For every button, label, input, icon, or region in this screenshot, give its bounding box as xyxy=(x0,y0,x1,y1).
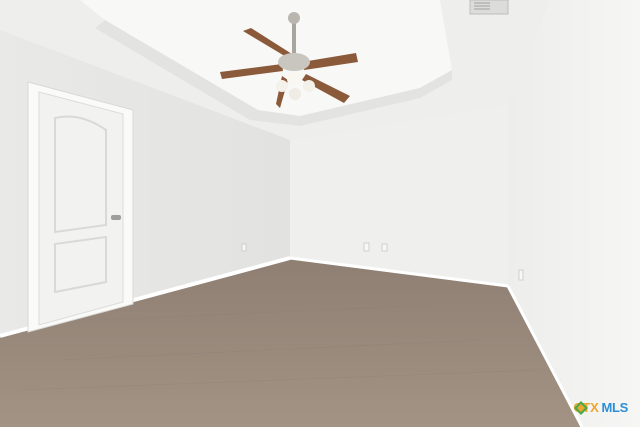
fan-light-4 xyxy=(289,88,301,100)
outlet-back-wall-2 xyxy=(381,243,388,252)
room-illustration xyxy=(0,0,640,427)
room-photo: CTXMLS xyxy=(0,0,640,427)
outlet-back-wall-1 xyxy=(363,242,370,252)
outlet-right-wall xyxy=(518,269,524,281)
fan-light-2 xyxy=(287,72,301,86)
watermark-mls-text: MLS xyxy=(601,400,628,415)
outlet-left-wall xyxy=(241,243,247,252)
fan-light-3 xyxy=(303,80,315,92)
ctxmls-watermark: CTXMLS xyxy=(573,400,628,415)
fan-light-1 xyxy=(276,80,288,92)
ctxmls-logo-icon xyxy=(574,401,589,415)
air-vent xyxy=(469,0,509,15)
fan-canopy xyxy=(288,12,300,24)
fan-motor xyxy=(278,53,310,71)
door[interactable] xyxy=(38,91,124,326)
door-knob[interactable] xyxy=(111,215,121,220)
